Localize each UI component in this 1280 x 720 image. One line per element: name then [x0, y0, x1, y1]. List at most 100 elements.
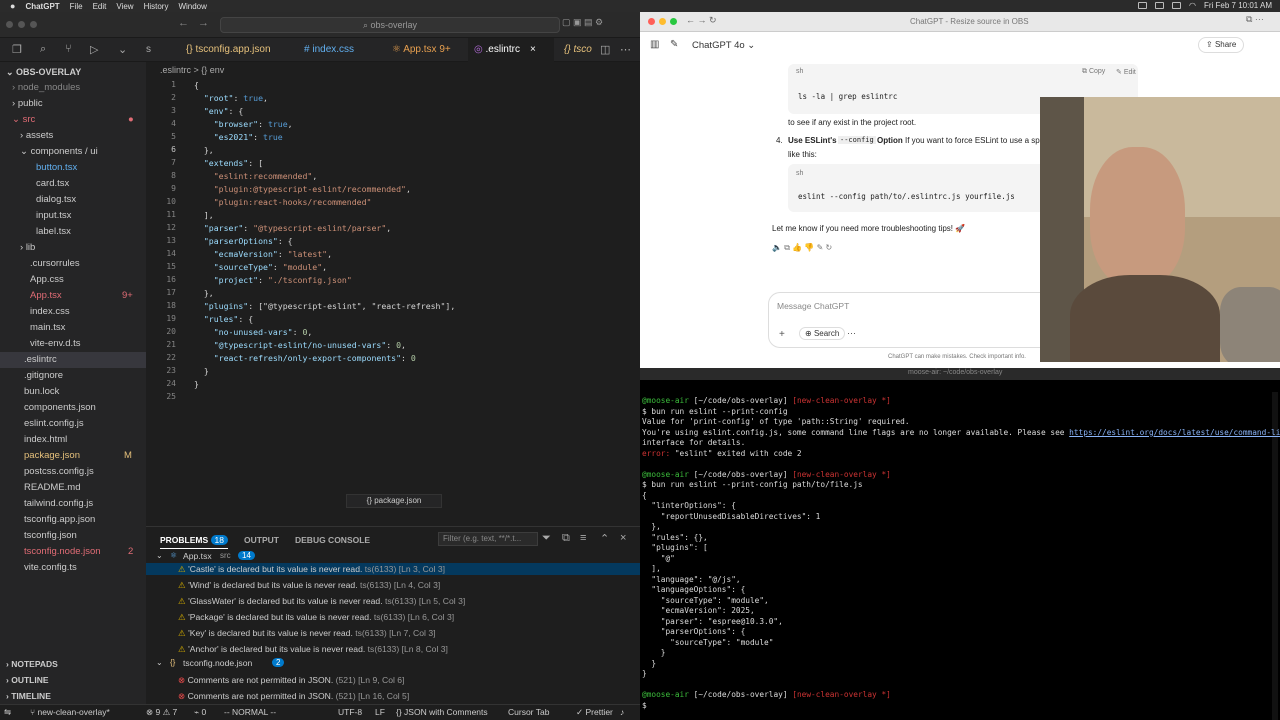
- problems-filter-input[interactable]: Filter (e.g. text, **/*.t...: [438, 532, 538, 546]
- code-line[interactable]: "plugin:react-hooks/recommended": [194, 197, 372, 207]
- branch-status[interactable]: ⑂ new-clean-overlay*: [30, 707, 110, 717]
- tab-index-css[interactable]: # index.css: [298, 38, 360, 62]
- tree-item[interactable]: › lib: [20, 240, 35, 256]
- code-line[interactable]: "parserOptions": {: [194, 236, 293, 246]
- tree-item[interactable]: tailwind.config.js: [24, 496, 93, 512]
- status-icon[interactable]: [1137, 2, 1147, 9]
- remote-icon[interactable]: ⇋: [4, 707, 11, 718]
- tab-debug-console[interactable]: DEBUG CONSOLE: [295, 535, 370, 545]
- problem-row[interactable]: ⚠ 'Key' is declared but its value is nev…: [178, 628, 436, 639]
- tree-item[interactable]: ⌄ src ●: [12, 112, 134, 128]
- search-button[interactable]: ⊕ Search: [799, 327, 846, 340]
- model-selector[interactable]: ChatGPT 4o ⌄: [692, 40, 755, 51]
- tree-item[interactable]: postcss.config.js: [24, 464, 94, 480]
- copy-icon[interactable]: ⧉: [562, 532, 570, 545]
- tree-item[interactable]: App.css: [30, 272, 64, 288]
- tree-item[interactable]: tsconfig.app.json: [24, 512, 95, 528]
- code-line[interactable]: "no-unused-vars": 0,: [194, 327, 313, 337]
- menu-file[interactable]: File: [70, 2, 83, 11]
- bell-icon[interactable]: ♪: [620, 707, 624, 717]
- code-line[interactable]: }: [194, 366, 209, 376]
- code-line[interactable]: {: [194, 80, 199, 90]
- close-icon[interactable]: ×: [620, 532, 626, 544]
- problem-row[interactable]: ⊗ Comments are not permitted in JSON. (5…: [178, 675, 404, 686]
- problem-row[interactable]: ⚠ 'Anchor' is declared but its value is …: [178, 644, 448, 655]
- tree-item[interactable]: input.tsx: [36, 208, 71, 224]
- code-line[interactable]: "plugins": ["@typescript-eslint", "react…: [194, 301, 455, 311]
- tree-item[interactable]: tsconfig.json: [24, 528, 77, 544]
- encoding-status[interactable]: UTF-8: [338, 707, 362, 717]
- close-window-icon[interactable]: [6, 21, 13, 28]
- tree-item[interactable]: eslint.config.js: [24, 416, 84, 432]
- eol-status[interactable]: LF: [375, 707, 385, 717]
- tab-tsconfig-app[interactable]: {} tsconfig.app.json: [180, 38, 277, 62]
- problem-group[interactable]: ⌄ {} tsconfig.node.json 2: [146, 658, 640, 670]
- outline-section[interactable]: › OUTLINE: [6, 672, 49, 688]
- tree-item[interactable]: tsconfig.node.json 2: [24, 544, 133, 560]
- zoom-window-icon[interactable]: [670, 18, 677, 25]
- language-status[interactable]: {} JSON with Comments: [396, 707, 488, 717]
- sticky-scroll-hint[interactable]: {} package.json: [346, 494, 442, 508]
- forward-arrow-icon[interactable]: →: [198, 17, 209, 29]
- new-chat-icon[interactable]: ✎: [670, 39, 678, 50]
- code-line[interactable]: "eslint:recommended",: [194, 171, 318, 181]
- tree-item[interactable]: › node_modules: [12, 80, 80, 96]
- code-line[interactable]: "@typescript-eslint/no-unused-vars": 0,: [194, 340, 406, 350]
- tab-tsconfig[interactable]: {} tsco: [558, 38, 598, 62]
- tree-item[interactable]: App.tsx 9+: [30, 288, 133, 304]
- menu-edit[interactable]: Edit: [93, 2, 107, 11]
- edit-button[interactable]: ✎ Edit: [1116, 68, 1136, 76]
- tree-item[interactable]: components.json: [24, 400, 96, 416]
- tab-eslintrc[interactable]: ◎ .eslintrc ×: [468, 38, 554, 62]
- tree-item[interactable]: dialog.tsx: [36, 192, 76, 208]
- source-control-icon[interactable]: ⑂: [65, 43, 72, 55]
- close-icon[interactable]: ×: [530, 44, 536, 55]
- back-arrow-icon[interactable]: ← → ↻: [686, 15, 717, 26]
- terminal-scrollbar[interactable]: [1272, 392, 1278, 720]
- maximize-panel-icon[interactable]: ⌃: [600, 532, 609, 545]
- code-line[interactable]: ],: [194, 210, 214, 220]
- prettier-status[interactable]: ✓ Prettier: [576, 707, 613, 718]
- tab-app-tsx[interactable]: ⚛ App.tsx 9+: [386, 38, 457, 62]
- thumbs-up-icon[interactable]: 👍: [792, 243, 802, 252]
- command-center-search[interactable]: ⌕ obs-overlay: [220, 17, 560, 33]
- tree-item[interactable]: .cursorrules: [30, 256, 80, 272]
- problem-row[interactable]: ⊗ Comments are not permitted in JSON. (5…: [178, 691, 409, 702]
- problem-row[interactable]: ⚠ 'Wind' is declared but its value is ne…: [178, 580, 440, 591]
- cursor-tab-status[interactable]: Cursor Tab: [508, 707, 549, 717]
- code-line[interactable]: "parser": "@typescript-eslint/parser",: [194, 223, 391, 233]
- code-line[interactable]: "es2021": true: [194, 132, 283, 142]
- layout-icons[interactable]: ▢ ▣ ▤ ⚙: [562, 17, 603, 28]
- message-composer[interactable]: Message ChatGPT + ⊕ Search ⋯: [768, 292, 1040, 348]
- tree-item[interactable]: main.tsx: [30, 320, 65, 336]
- search-icon[interactable]: ⌕: [40, 43, 46, 56]
- code-line[interactable]: "env": {: [194, 106, 243, 116]
- menu-history[interactable]: History: [144, 2, 169, 11]
- code-line[interactable]: "rules": {: [194, 314, 253, 324]
- minimize-window-icon[interactable]: [18, 21, 25, 28]
- ports-status[interactable]: ⌁ 0: [194, 707, 206, 718]
- code-line[interactable]: "sourceType": "module",: [194, 262, 327, 272]
- regenerate-icon[interactable]: ↻: [826, 243, 833, 252]
- tree-item[interactable]: card.tsx: [36, 176, 69, 192]
- sidebar-toggle-icon[interactable]: ▥: [650, 39, 659, 50]
- tab-problems[interactable]: PROBLEMS 18: [160, 535, 229, 549]
- menu-app-name[interactable]: ChatGPT: [25, 2, 59, 11]
- wifi-icon[interactable]: ◠: [1189, 1, 1196, 10]
- run-debug-icon[interactable]: ▷: [90, 43, 98, 56]
- code-line[interactable]: "react-refresh/only-export-components": …: [194, 353, 416, 363]
- code-line[interactable]: },: [194, 288, 214, 298]
- problem-group[interactable]: ⌄ ⚛ App.tsx src 14: [146, 551, 640, 563]
- code-editor[interactable]: [146, 62, 640, 512]
- code-line[interactable]: "extends": [: [194, 158, 263, 168]
- thumbs-down-icon[interactable]: 👎: [804, 243, 814, 252]
- menubar-clock[interactable]: Fri Feb 7 10:01 AM: [1204, 1, 1272, 10]
- share-button[interactable]: ⇪ Share: [1198, 37, 1245, 53]
- menu-view[interactable]: View: [116, 2, 133, 11]
- copy-button[interactable]: ⧉ Copy: [1082, 68, 1105, 76]
- code-line[interactable]: },: [194, 145, 214, 155]
- code-line[interactable]: "ecmaVersion": "latest",: [194, 249, 332, 259]
- back-arrow-icon[interactable]: ←: [178, 17, 189, 29]
- speaker-icon[interactable]: 🔈: [772, 243, 782, 252]
- tree-item[interactable]: vite.config.ts: [24, 560, 77, 576]
